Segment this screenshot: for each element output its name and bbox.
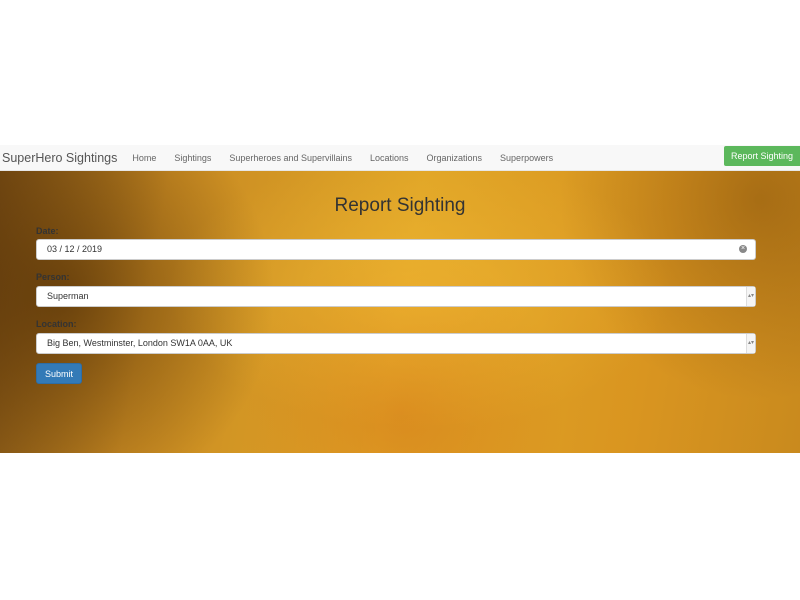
page-title: Report Sighting (334, 195, 466, 216)
nav-superpowers[interactable]: Superpowers (491, 153, 562, 163)
chevron-down-icon: ▴▾ (746, 334, 755, 353)
person-label: Person: (36, 272, 70, 282)
location-select[interactable]: Big Ben, Westminster, London SW1A 0AA, U… (36, 333, 756, 354)
location-value: Big Ben, Westminster, London SW1A 0AA, U… (47, 338, 233, 348)
date-label: Date: (36, 226, 59, 236)
nav-locations[interactable]: Locations (361, 153, 418, 163)
nav-sightings[interactable]: Sightings (165, 153, 220, 163)
nav-superheroes[interactable]: Superheroes and Supervillains (220, 153, 361, 163)
chevron-down-icon: ▴▾ (746, 287, 755, 306)
nav-home[interactable]: Home (123, 153, 165, 163)
submit-button[interactable]: Submit (36, 363, 83, 384)
person-value: Superman (47, 291, 89, 301)
report-sighting-panel: Report Sighting Date: 03 / 12 / 2019 × P… (0, 171, 800, 453)
nav-organizations[interactable]: Organizations (418, 153, 492, 163)
report-sighting-button[interactable]: Report Sighting (723, 146, 800, 166)
location-label: Location: (36, 319, 77, 329)
person-select[interactable]: Superman ▴▾ (36, 286, 756, 307)
date-input[interactable]: 03 / 12 / 2019 × (36, 239, 756, 260)
nav-links: Home Sightings Superheroes and Supervill… (123, 153, 562, 163)
clear-icon[interactable]: × (739, 245, 747, 253)
date-value: 03 / 12 / 2019 (47, 244, 103, 254)
navbar-brand[interactable]: SuperHero Sightings (2, 151, 117, 165)
navbar: SuperHero Sightings Home Sightings Super… (0, 145, 800, 171)
